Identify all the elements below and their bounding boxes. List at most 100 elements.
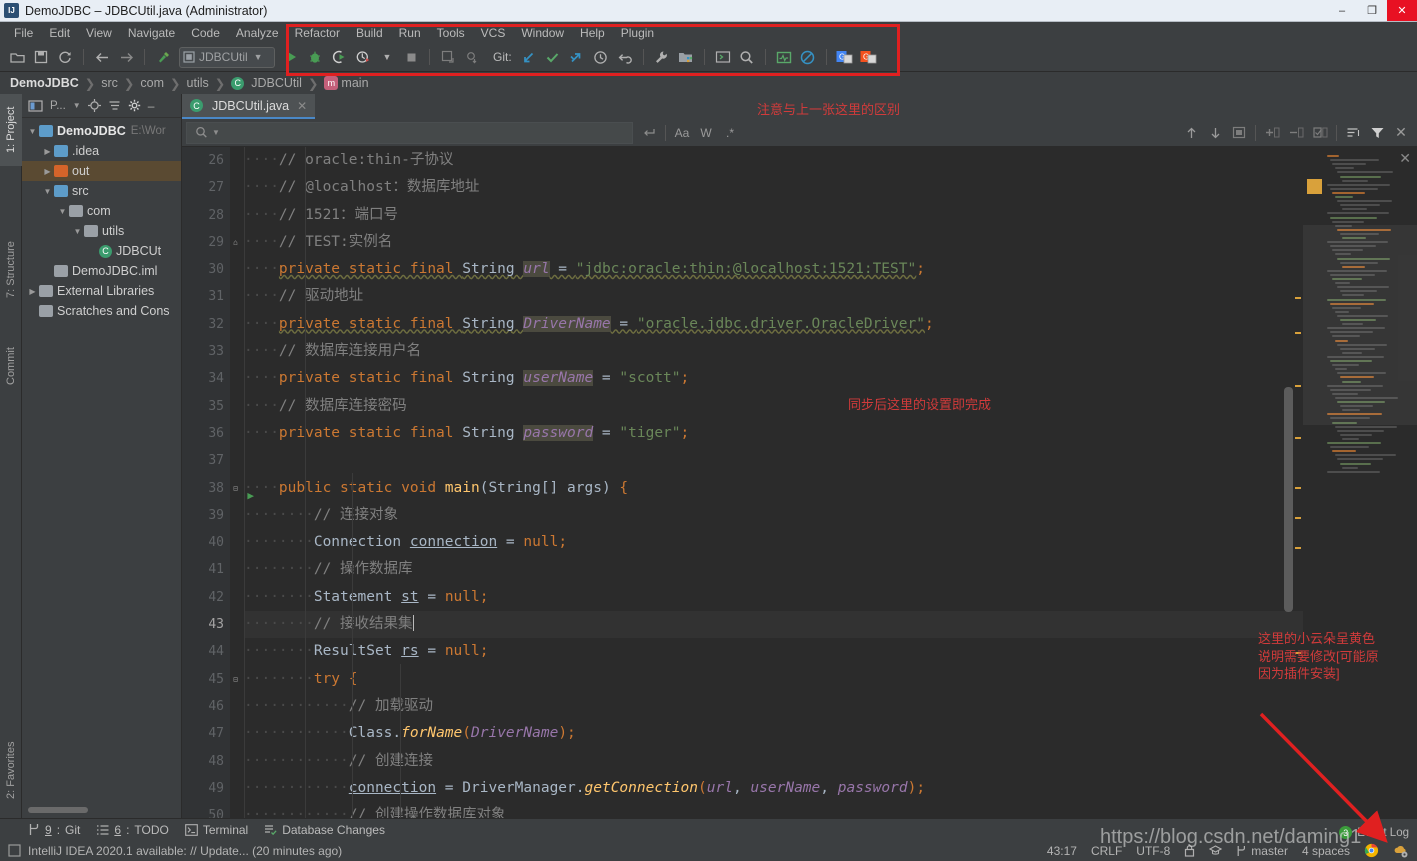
code-line[interactable]: ········Statement st = null;: [244, 584, 1303, 611]
settings-wrench-icon[interactable]: [651, 46, 673, 68]
menu-navigate[interactable]: Navigate: [120, 26, 183, 40]
chevron-right-icon[interactable]: ▶: [41, 167, 54, 176]
line-number[interactable]: 38 ⊟ ▶: [182, 475, 254, 502]
add-selection-icon[interactable]: [1260, 122, 1284, 144]
line-number[interactable]: 41: [182, 556, 224, 583]
code-line[interactable]: ····private static final String userName…: [244, 365, 1303, 392]
close-button[interactable]: ✕: [1387, 0, 1417, 21]
build-hammer-icon[interactable]: [152, 46, 174, 68]
google-translate-orange-icon[interactable]: G: [858, 46, 880, 68]
code-line[interactable]: ············Class.forName(DriverName);: [244, 720, 1303, 747]
close-find-icon[interactable]: ✕: [1389, 122, 1413, 144]
line-number[interactable]: 40: [182, 529, 224, 556]
menu-tools[interactable]: Tools: [429, 26, 473, 40]
line-number[interactable]: 33: [182, 338, 224, 365]
line-number[interactable]: 27: [182, 174, 224, 201]
minimap-warning-marker[interactable]: [1307, 179, 1322, 194]
locate-icon[interactable]: [87, 99, 101, 112]
rail-item-structure[interactable]: 7: Structure: [0, 224, 22, 316]
chevron-right-icon[interactable]: ▶: [41, 147, 54, 156]
caret-position[interactable]: 43:17: [1047, 844, 1077, 858]
select-occurrences-icon[interactable]: [1308, 122, 1332, 144]
line-number[interactable]: 36: [182, 420, 224, 447]
filter-lines-icon[interactable]: [1341, 122, 1365, 144]
whole-words-button[interactable]: W: [694, 122, 718, 144]
menu-file[interactable]: File: [6, 26, 41, 40]
line-number[interactable]: 47: [182, 720, 224, 747]
chevron-right-icon[interactable]: ▶: [26, 287, 39, 296]
tree-node[interactable]: ▼ src: [22, 181, 181, 201]
code-line[interactable]: ········try {: [244, 666, 1303, 693]
breadcrumb-item-utils[interactable]: utils: [187, 76, 209, 90]
line-number[interactable]: 31: [182, 283, 224, 310]
breadcrumb-item-class[interactable]: JDBCUtil: [251, 76, 302, 90]
chevron-down-icon[interactable]: ▼: [26, 127, 39, 136]
minimap-viewport[interactable]: [1303, 225, 1417, 425]
line-number[interactable]: 28: [182, 202, 224, 229]
close-minimap-icon[interactable]: ✕: [1399, 150, 1411, 167]
breadcrumb-item-project[interactable]: DemoJDBC: [10, 76, 79, 90]
editor-minimap[interactable]: ✕: [1303, 147, 1417, 818]
line-number[interactable]: 42: [182, 584, 224, 611]
menu-edit[interactable]: Edit: [41, 26, 78, 40]
console-icon[interactable]: [712, 46, 734, 68]
code-line[interactable]: ····private static final String url = "j…: [244, 256, 1303, 283]
chevron-down-icon-4[interactable]: ▼: [212, 128, 220, 137]
regex-newline-icon[interactable]: [637, 122, 661, 144]
rail-item-commit[interactable]: Commit: [0, 332, 22, 400]
chevron-down-icon[interactable]: ▼: [71, 227, 84, 236]
menu-plugin[interactable]: Plugin: [613, 26, 662, 40]
toolwindow-database-changes[interactable]: Database Changes: [264, 823, 385, 837]
line-number[interactable]: 45 ⊟: [182, 666, 238, 693]
code-line[interactable]: ············// 创建操作数据库对象: [244, 802, 1303, 818]
line-number[interactable]: 39: [182, 502, 224, 529]
chevron-down-icon[interactable]: ▼: [56, 207, 69, 216]
error-stripe-markers[interactable]: [1284, 147, 1303, 818]
tree-node[interactable]: DemoJDBC.iml: [22, 261, 181, 281]
google-translate-blue-icon[interactable]: G: [834, 46, 856, 68]
tree-node[interactable]: ▼ com: [22, 201, 181, 221]
update-project-icon[interactable]: [437, 46, 459, 68]
menu-code[interactable]: Code: [183, 26, 228, 40]
regex-button[interactable]: .*: [718, 122, 742, 144]
run-icon[interactable]: [280, 46, 302, 68]
file-encoding[interactable]: UTF-8: [1136, 844, 1170, 858]
git-branch-widget[interactable]: master: [1236, 844, 1288, 858]
line-number[interactable]: 49: [182, 775, 224, 802]
close-icon[interactable]: ✕: [297, 99, 307, 113]
chevron-down-icon[interactable]: ▼: [41, 187, 54, 196]
run-coverage-icon[interactable]: [328, 46, 350, 68]
back-arrow-icon[interactable]: [91, 46, 113, 68]
line-number[interactable]: 46: [182, 693, 224, 720]
line-number[interactable]: 32: [182, 311, 224, 338]
project-view-icon[interactable]: [28, 99, 43, 112]
git-pull-icon[interactable]: [518, 46, 540, 68]
breadcrumb-item-src[interactable]: src: [101, 76, 118, 90]
breadcrumb-item-method[interactable]: main: [341, 76, 368, 90]
code-line[interactable]: ····private static final String password…: [244, 420, 1303, 447]
chevron-down-icon-3[interactable]: ▼: [73, 101, 81, 110]
code-line[interactable]: ····// @localhost：数据库地址: [244, 174, 1303, 201]
breadcrumb-item-com[interactable]: com: [140, 76, 164, 90]
gear-icon[interactable]: [128, 99, 141, 112]
profiler-icon[interactable]: [352, 46, 374, 68]
project-horizontal-scrollbar[interactable]: [28, 807, 175, 815]
line-number[interactable]: 34: [182, 365, 224, 392]
commit-icon[interactable]: [461, 46, 483, 68]
menu-run[interactable]: Run: [391, 26, 429, 40]
lock-icon[interactable]: [1184, 844, 1195, 857]
arrow-down-icon[interactable]: [1203, 122, 1227, 144]
remove-selection-icon[interactable]: [1284, 122, 1308, 144]
indent-setting[interactable]: 4 spaces: [1302, 844, 1350, 858]
sync-icon[interactable]: [54, 46, 76, 68]
menu-build[interactable]: Build: [348, 26, 391, 40]
code-line[interactable]: [244, 447, 1303, 474]
line-number[interactable]: 44: [182, 638, 224, 665]
notification-icon[interactable]: [8, 844, 21, 857]
chevron-down-icon-2[interactable]: ▼: [376, 46, 398, 68]
line-number[interactable]: 30: [182, 256, 224, 283]
line-number[interactable]: 35: [182, 393, 224, 420]
code-line[interactable]: ····// 驱动地址: [244, 283, 1303, 310]
save-all-icon[interactable]: [30, 46, 52, 68]
project-structure-icon[interactable]: [675, 46, 697, 68]
